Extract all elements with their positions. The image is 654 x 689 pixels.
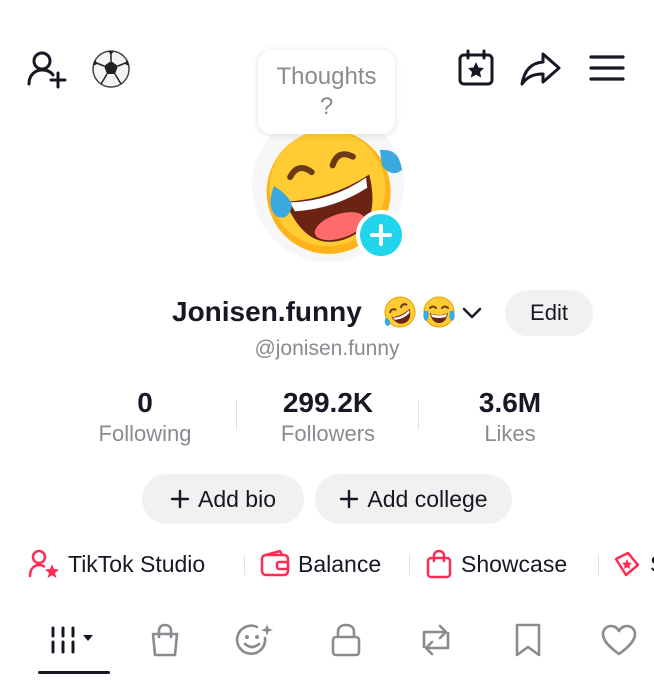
link-separator — [598, 555, 599, 575]
stat-divider — [418, 400, 419, 430]
menu-button[interactable] — [586, 48, 628, 88]
partial-link[interactable]: S — [612, 544, 654, 584]
chevron-down-icon[interactable] — [460, 302, 484, 324]
following-count: 0 — [137, 387, 153, 418]
calendar-star-icon — [458, 49, 494, 86]
likes-count: 3.6M — [478, 387, 542, 418]
wallet-icon — [260, 550, 290, 577]
tears-of-joy-emoji-icon — [423, 296, 455, 328]
partial-link-label: S — [650, 551, 654, 578]
stat-followers[interactable]: 299.2K Followers — [253, 386, 403, 448]
profile-name-row: Jonisen.funny Edit — [0, 290, 654, 336]
plus-icon — [170, 489, 190, 509]
quick-links-row: TikTok Studio Balance Showcase S — [0, 544, 654, 584]
tab-ai-self[interactable] — [220, 612, 290, 668]
grid-videos-icon — [51, 626, 93, 654]
plus-icon — [340, 489, 359, 509]
person-plus-icon — [27, 51, 67, 89]
star-tag-icon — [614, 551, 640, 577]
add-college-button[interactable]: Add college — [315, 474, 512, 524]
tiktok-studio-link[interactable]: TikTok Studio — [28, 544, 205, 584]
add-friend-button[interactable] — [26, 48, 70, 90]
shopping-bag-icon — [426, 549, 452, 579]
balance-label: Balance — [298, 550, 382, 577]
add-bio-button[interactable]: Add bio — [142, 474, 304, 524]
add-college-label: Add college — [367, 485, 488, 512]
balance-link[interactable]: Balance — [260, 544, 381, 584]
link-separator — [409, 555, 410, 575]
link-separator — [244, 555, 245, 575]
tab-reposts[interactable] — [401, 612, 471, 668]
profile-tabs — [0, 612, 654, 676]
add-avatar-button[interactable] — [356, 210, 406, 260]
soccer-ball-icon — [92, 50, 130, 88]
tab-favorites[interactable] — [493, 612, 563, 668]
showcase-link[interactable]: Showcase — [425, 544, 567, 584]
username: Jonisen.funny — [172, 296, 362, 327]
hamburger-menu-icon — [589, 55, 625, 81]
lock-icon — [331, 623, 361, 657]
tab-videos[interactable] — [40, 612, 110, 668]
tab-liked[interactable] — [584, 612, 654, 668]
rofl-emoji-icon — [384, 296, 416, 328]
smiley-sparkle-icon — [235, 624, 273, 655]
profile-handle: @jonisen.funny — [254, 337, 400, 360]
stat-following[interactable]: 0 Following — [70, 386, 220, 448]
tab-private[interactable] — [311, 612, 381, 668]
showcase-label: Showcase — [461, 550, 568, 577]
following-label: Following — [98, 421, 192, 446]
shop-bag-icon — [151, 623, 179, 657]
add-bio-label: Add bio — [197, 485, 276, 512]
tab-shop[interactable] — [130, 612, 200, 668]
active-tab-indicator — [38, 671, 110, 674]
calendar-button[interactable] — [454, 46, 498, 90]
stat-likes[interactable]: 3.6M Likes — [435, 386, 585, 448]
bookmark-icon — [515, 623, 541, 657]
stat-divider — [236, 400, 237, 430]
person-star-icon — [28, 549, 59, 578]
tiktok-studio-label: TikTok Studio — [68, 550, 206, 577]
likes-label: Likes — [484, 421, 536, 446]
followers-count: 299.2K — [282, 387, 374, 418]
thoughts-title: Thoughts — [276, 63, 377, 90]
edit-profile-button[interactable]: Edit — [505, 290, 593, 336]
heart-icon — [601, 624, 637, 656]
share-arrow-icon — [520, 52, 561, 86]
plus-icon — [370, 224, 392, 246]
repost-icon — [422, 624, 450, 656]
followers-label: Followers — [280, 421, 376, 446]
thoughts-bubble[interactable]: Thoughts ? — [258, 50, 395, 134]
soccer-ball-button[interactable] — [90, 48, 132, 90]
thoughts-question: ? — [319, 93, 334, 120]
share-button[interactable] — [518, 46, 564, 90]
